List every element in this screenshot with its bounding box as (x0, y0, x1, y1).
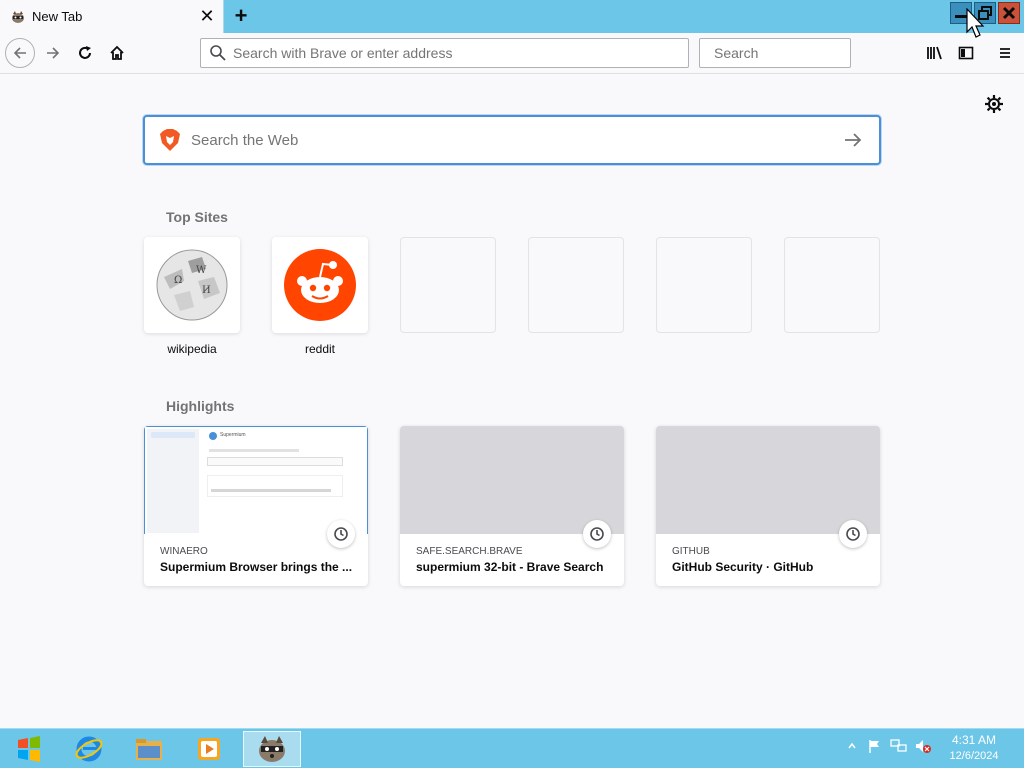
reload-icon (79, 46, 91, 59)
highlight-card-winaero[interactable]: Supermium WINAERO Supermium Browser brin… (144, 426, 368, 586)
clock-icon (327, 520, 355, 548)
speaker-muted-icon (916, 740, 931, 753)
file-explorer-taskbar-button[interactable] (120, 731, 178, 767)
address-input[interactable] (233, 45, 688, 61)
home-icon (110, 45, 124, 60)
tab-close-icon[interactable]: ✕ (197, 6, 217, 27)
gear-icon[interactable] (984, 94, 1004, 114)
preview-sidebar-item (151, 432, 195, 438)
menu-button[interactable] (990, 38, 1020, 68)
forward-button[interactable] (38, 38, 68, 68)
raccoon-browser-icon (259, 736, 285, 762)
arrow-right-icon[interactable] (841, 128, 865, 152)
raccoon-favicon-icon (10, 9, 26, 25)
browser-taskbar-button[interactable] (243, 731, 301, 767)
preview-logo-icon (209, 432, 217, 440)
internet-explorer-icon (75, 736, 103, 762)
windows-logo-icon (18, 736, 40, 762)
flag-icon (869, 740, 879, 753)
top-sites-heading: Top Sites (166, 209, 228, 225)
highlight-source: GITHUB (672, 546, 710, 557)
back-button[interactable] (5, 38, 35, 68)
svg-text:И: И (202, 285, 211, 296)
reload-button[interactable] (70, 38, 100, 68)
folder-icon (136, 739, 162, 760)
taskbar-time[interactable]: 4:31 AM (948, 733, 1000, 747)
library-button[interactable] (920, 38, 950, 68)
new-tab-button[interactable]: + (230, 3, 252, 28)
clock-icon (583, 520, 611, 548)
page-preview-thumbnail: Supermium (144, 426, 368, 534)
top-site-empty-slot (528, 237, 624, 333)
back-arrow-icon (13, 47, 26, 59)
sidebar-icon (958, 46, 974, 60)
address-bar[interactable] (200, 38, 689, 68)
mouse-cursor-icon (966, 8, 985, 38)
close-icon (1002, 6, 1016, 20)
highlight-source: SAFE.SEARCH.BRAVE (416, 546, 523, 557)
wikipedia-globe-icon: W Ω И (156, 249, 228, 321)
hamburger-menu-icon (1000, 48, 1010, 58)
internet-explorer-taskbar-button[interactable] (60, 731, 118, 767)
network-icon (890, 739, 907, 752)
home-button[interactable] (102, 38, 132, 68)
network-tray[interactable] (890, 737, 908, 755)
tab-new-tab[interactable]: New Tab ✕ (0, 0, 224, 33)
taskbar (0, 728, 1024, 768)
top-site-reddit[interactable] (272, 237, 368, 333)
action-center-tray[interactable] (866, 737, 884, 755)
web-search-box[interactable] (143, 115, 881, 165)
highlight-source: WINAERO (160, 546, 208, 557)
brave-lion-icon (160, 129, 180, 151)
placeholder-thumbnail (656, 426, 880, 534)
navigation-toolbar (0, 33, 1024, 74)
forward-arrow-icon (47, 47, 60, 59)
library-icon (927, 46, 942, 60)
sidebar-button[interactable] (951, 38, 981, 68)
top-site-wikipedia[interactable]: W Ω И (144, 237, 240, 333)
top-site-label: reddit (304, 342, 336, 356)
svg-text:Ω: Ω (174, 275, 182, 286)
search-input[interactable] (714, 45, 895, 61)
media-player-icon (198, 738, 220, 760)
preview-sidebar (147, 429, 199, 533)
highlight-card-brave-search[interactable]: SAFE.SEARCH.BRAVE supermium 32-bit - Bra… (400, 426, 624, 586)
media-player-taskbar-button[interactable] (180, 731, 238, 767)
top-site-label: wikipedia (167, 342, 217, 356)
preview-line (209, 449, 299, 452)
highlight-title: GitHub Security · GitHub (672, 560, 814, 574)
show-hidden-icons-button[interactable] (843, 737, 861, 755)
preview-title: Supermium (220, 432, 246, 438)
volume-tray[interactable] (914, 737, 932, 755)
svg-text:W: W (196, 265, 207, 276)
search-icon (210, 45, 226, 61)
highlight-title: Supermium Browser brings the ... (160, 560, 353, 574)
preview-line (211, 489, 331, 492)
tab-strip: New Tab ✕ + (0, 0, 1024, 33)
close-window-button[interactable] (998, 2, 1020, 24)
web-search-input[interactable] (191, 131, 841, 149)
chevron-up-icon (848, 742, 856, 749)
preview-panel (207, 475, 343, 497)
start-button[interactable] (0, 731, 58, 767)
reddit-alien-icon (284, 249, 356, 321)
search-bar[interactable] (699, 38, 895, 68)
tab-title: New Tab (32, 9, 83, 24)
taskbar-date[interactable]: 12/6/2024 (944, 750, 1004, 762)
top-site-empty-slot (400, 237, 496, 333)
top-site-empty-slot (656, 237, 752, 333)
clock-icon (839, 520, 867, 548)
top-site-empty-slot (784, 237, 880, 333)
highlights-heading: Highlights (166, 398, 235, 414)
highlight-card-github[interactable]: GITHUB GitHub Security · GitHub (656, 426, 880, 586)
placeholder-thumbnail (400, 426, 624, 534)
highlight-title: supermium 32-bit - Brave Search (416, 560, 604, 574)
preview-input (207, 457, 343, 466)
